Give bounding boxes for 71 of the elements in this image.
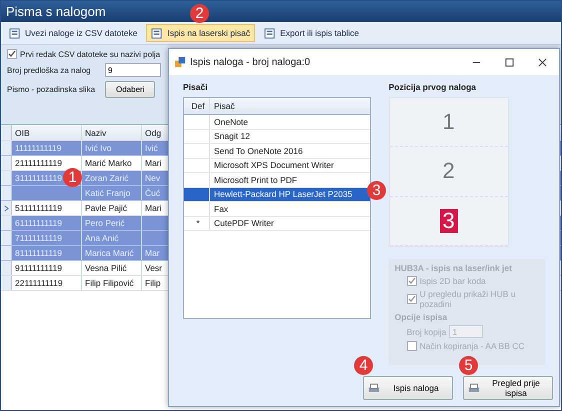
window-title: Pisma s nalogom xyxy=(6,4,106,19)
table-cell: 51111111119 xyxy=(15,203,62,213)
table-cell: Pavle Pajić xyxy=(85,203,128,213)
dialog-title: Ispis naloga - broj naloga:0 xyxy=(190,56,310,68)
table-cell: Marica Marić xyxy=(85,248,134,258)
table-cell: Čuć xyxy=(145,188,160,198)
toolbar-button[interactable]: Ispis na laserski pisač xyxy=(146,24,256,42)
close-icon[interactable] xyxy=(538,58,547,66)
column-header[interactable]: Def xyxy=(184,98,210,114)
table-cell: Zoran Zarić xyxy=(85,173,128,183)
table-cell: Katić Franjo xyxy=(85,188,130,198)
template-number-field[interactable]: 9 xyxy=(105,63,161,77)
group-title: HUB3A - ispis na laser/ink jet xyxy=(394,263,513,273)
printer-row[interactable]: Fax xyxy=(184,202,370,216)
field-label: Pismo - pozadinska slika xyxy=(7,84,96,94)
table-cell: Vesr xyxy=(145,263,162,273)
row-header[interactable] xyxy=(1,201,12,215)
table-cell: Nev xyxy=(145,173,160,183)
field-label: Broj kopija xyxy=(406,326,446,336)
section-title: Pisači xyxy=(183,81,209,94)
table-cell: Ivić Ivo xyxy=(85,143,112,153)
table-cell: Marić Marko xyxy=(85,158,132,168)
column-header[interactable]: Naziv xyxy=(82,125,142,140)
app-icon xyxy=(175,56,186,68)
table-cell: 22111111119 xyxy=(15,278,63,288)
toolbar-button[interactable]: Uvezi naloge iz CSV datoteke xyxy=(4,24,142,42)
toolbar-button[interactable]: Export ili ispis tablice xyxy=(259,24,364,42)
document-icon xyxy=(151,28,164,38)
printer-row[interactable]: * CutePDF Writer xyxy=(184,216,370,231)
printer-row[interactable]: Snagit 12 xyxy=(184,130,370,144)
position-option[interactable]: 1 xyxy=(440,110,458,134)
checkbox-label: Ispis 2D bar koda xyxy=(420,276,486,286)
table-cell: 71111111119 xyxy=(15,233,62,243)
column-header[interactable]: Pisač xyxy=(210,101,235,111)
printer-row[interactable]: OneNote xyxy=(184,115,370,130)
table-cell: 91111111119 xyxy=(15,263,62,273)
table-cell: 21111111119 xyxy=(15,158,62,168)
table-cell: Vesna Pilić xyxy=(85,263,127,273)
position-option[interactable]: 2 xyxy=(440,159,458,184)
preview-button[interactable]: Pregled prije ispisa xyxy=(463,376,553,400)
table-cell: 11111111119 xyxy=(15,143,62,153)
table-cell: Mari xyxy=(145,158,162,168)
document-icon xyxy=(9,28,22,38)
section-title: Pozicija prvog naloga xyxy=(388,81,478,94)
field-label: Broj predloška za nalog xyxy=(7,66,92,74)
table-cell: Filip Filipović xyxy=(85,278,134,288)
maximize-icon[interactable] xyxy=(505,58,514,66)
document-icon xyxy=(264,28,278,38)
current-row-icon xyxy=(4,204,8,212)
column-header[interactable]: OIB xyxy=(12,125,82,140)
group-title: Opcije ispisa xyxy=(394,312,448,322)
table-cell: 61111111119 xyxy=(15,218,62,228)
printer-row[interactable]: Microsoft XPS Document Writer xyxy=(184,158,370,173)
choose-button[interactable]: Odaberi xyxy=(105,80,156,98)
position-option[interactable]: 3 xyxy=(440,208,458,233)
table-cell: Mar xyxy=(145,248,160,258)
printer-icon xyxy=(368,382,380,394)
checkbox-label: Prvi redak CSV datoteke su nazivi polja xyxy=(20,50,160,58)
table-cell: 81111111119 xyxy=(15,248,62,258)
table-cell: Mari xyxy=(145,203,162,213)
table-cell: Ana Anić xyxy=(85,233,119,243)
checkbox-label: U pregledu prikaži HUB u pozadini xyxy=(420,289,517,309)
table-cell: 31111111119 xyxy=(15,173,62,183)
table-cell: Pero Perić xyxy=(85,218,125,228)
print-button[interactable]: Ispis naloga xyxy=(363,376,453,400)
checkbox[interactable] xyxy=(7,49,17,59)
table-cell: Filip xyxy=(145,278,161,288)
table-cell: Ivić xyxy=(145,143,158,153)
checkbox-label: Način kopiranja - AA BB CC xyxy=(420,341,525,351)
printer-row[interactable]: Send To OneNote 2016 xyxy=(184,144,370,158)
printer-row[interactable]: Hewlett-Packard HP LaserJet P2035 xyxy=(184,188,370,202)
